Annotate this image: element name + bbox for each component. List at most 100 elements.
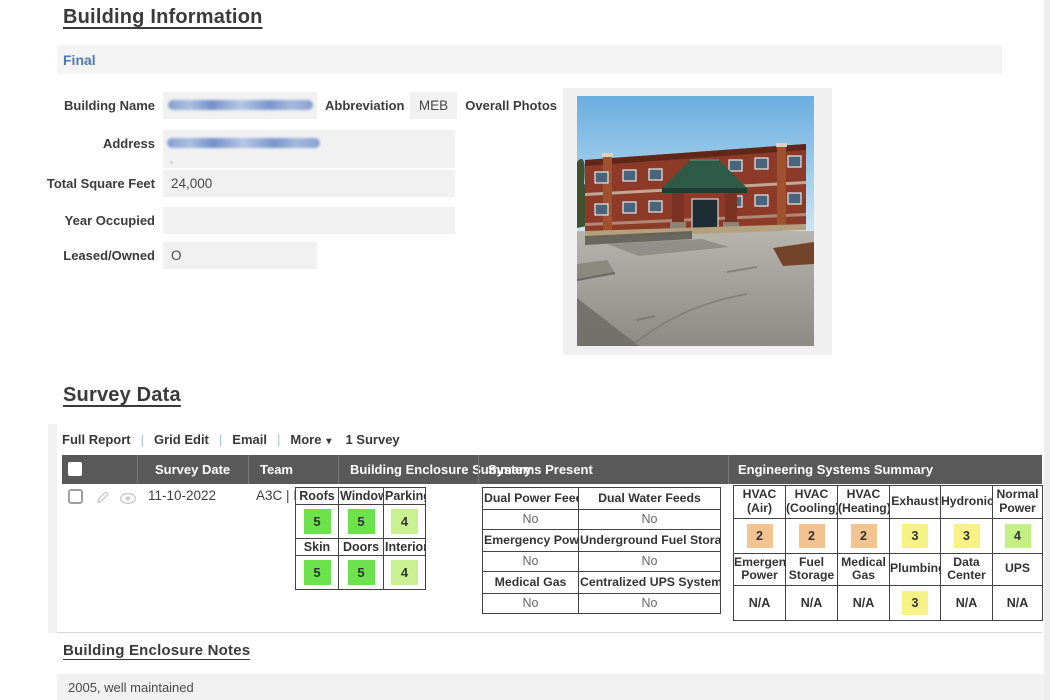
score-chip: 5	[304, 509, 331, 534]
engineering-header: Plumbing	[890, 553, 941, 586]
row-checkbox[interactable]	[68, 489, 83, 504]
systems-header: Medical Gas	[483, 572, 579, 594]
score-chip: 5	[304, 560, 331, 585]
total-square-feet-field[interactable]: 24,000	[163, 170, 455, 197]
address-field[interactable]: .	[163, 130, 455, 168]
enclosure-header: Parking	[384, 488, 426, 505]
edit-icon[interactable]	[95, 490, 110, 505]
score-chip: 2	[799, 524, 825, 548]
total-square-feet-label: Total Square Feet	[0, 170, 155, 197]
score-chip: N/A	[747, 591, 773, 615]
enclosure-score-cell: 5	[296, 505, 339, 539]
survey-table-gutter	[48, 424, 57, 633]
building-name-field[interactable]	[163, 92, 317, 119]
score-chip: 3	[902, 591, 928, 615]
enclosure-score-cell: 5	[339, 556, 384, 590]
engineering-score-cell: 3	[890, 518, 941, 553]
grid-edit-button[interactable]: Grid Edit	[154, 432, 209, 447]
year-occupied-label: Year Occupied	[0, 207, 155, 234]
select-all-checkbox[interactable]	[68, 462, 82, 476]
more-button[interactable]: More ▾	[290, 432, 331, 447]
email-button[interactable]: Email	[232, 432, 267, 447]
score-chip: N/A	[1005, 591, 1031, 615]
engineering-summary-table: HVAC (Air) HVAC (Cooling) HVAC (Heating)…	[733, 485, 1043, 621]
score-chip: 4	[391, 509, 418, 534]
enclosure-header: Skin	[296, 539, 339, 556]
redacted-building-name	[168, 100, 313, 110]
engineering-header: UPS	[993, 553, 1043, 586]
systems-value: No	[579, 510, 721, 530]
enclosure-header: Interior	[384, 539, 426, 556]
header-divider	[248, 455, 249, 484]
score-chip: 3	[902, 524, 928, 548]
score-chip: N/A	[954, 591, 980, 615]
building-name-label: Building Name	[0, 92, 155, 119]
abbreviation-label: Abbreviation	[325, 92, 404, 119]
header-divider	[478, 455, 479, 484]
engineering-header: HVAC (Air)	[734, 486, 786, 519]
score-chip: N/A	[851, 591, 877, 615]
systems-value: No	[579, 552, 721, 572]
redacted-address	[167, 138, 320, 148]
systems-value: No	[483, 510, 579, 530]
engineering-score-cell: 2	[838, 518, 890, 553]
engineering-header: Hydronics	[941, 486, 993, 519]
score-chip: 5	[348, 560, 375, 585]
more-button-label: More	[290, 432, 321, 447]
year-occupied-field[interactable]	[163, 207, 455, 234]
col-systems: Systems Present	[488, 455, 593, 484]
building-enclosure-notes-heading[interactable]: Building Enclosure Notes	[63, 642, 250, 659]
engineering-score-cell: 4	[993, 518, 1043, 553]
col-team: Team	[260, 455, 293, 484]
status-bar: Final	[57, 45, 1002, 74]
leased-owned-field[interactable]: O	[163, 242, 317, 269]
page: Building Information Final Building Name…	[0, 0, 1050, 700]
survey-table: Full Report | Grid Edit | Email | More▾ …	[48, 424, 1042, 633]
score-chip: 4	[391, 560, 418, 585]
address-label: Address	[0, 130, 155, 157]
engineering-header: Medical Gas	[838, 553, 890, 586]
enclosure-header: Roofs	[296, 488, 339, 505]
full-report-button[interactable]: Full Report	[62, 432, 131, 447]
score-chip: 2	[851, 524, 877, 548]
chevron-down-icon: ▾	[326, 436, 331, 447]
engineering-score-cell: N/A	[786, 586, 838, 621]
building-information-heading[interactable]: Building Information	[63, 6, 263, 29]
leased-owned-value: O	[163, 248, 182, 263]
toolbar-separator: |	[277, 432, 280, 447]
score-chip: 5	[348, 509, 375, 534]
engineering-score-cell: 2	[734, 518, 786, 553]
systems-value: No	[579, 594, 721, 614]
view-icon[interactable]	[119, 492, 137, 505]
enclosure-notes-field[interactable]: 2005, well maintained	[57, 674, 1047, 700]
systems-header: Dual Water Feeds	[579, 488, 721, 510]
engineering-header: Fuel Storage	[786, 553, 838, 586]
address-line2: .	[170, 146, 173, 173]
score-chip: 3	[954, 524, 980, 548]
engineering-score-cell: 3	[941, 518, 993, 553]
score-chip: 2	[747, 524, 773, 548]
survey-data-heading[interactable]: Survey Data	[63, 384, 181, 407]
engineering-header: HVAC (Cooling)	[786, 486, 838, 519]
survey-toolbar: Full Report | Grid Edit | Email | More▾ …	[62, 424, 1042, 455]
header-divider	[338, 455, 339, 484]
enclosure-header: Doors	[339, 539, 384, 556]
engineering-score-cell: N/A	[734, 586, 786, 621]
survey-row: 11-10-2022 A3C | IMEG Roofs Window Parki…	[62, 484, 1042, 633]
score-chip: 4	[1005, 524, 1031, 548]
leased-owned-label: Leased/Owned	[0, 242, 155, 269]
overall-photos-label: Overall Photos	[432, 92, 557, 119]
engineering-score-cell: N/A	[993, 586, 1043, 621]
total-square-feet-value: 24,000	[163, 176, 212, 191]
enclosure-score-cell: 5	[296, 556, 339, 590]
building-photo-image	[577, 96, 814, 346]
engineering-header: Exhaust	[890, 486, 941, 519]
enclosure-score-cell: 4	[384, 556, 426, 590]
engineering-score-cell: N/A	[941, 586, 993, 621]
photo-thumbnail[interactable]	[563, 88, 832, 355]
systems-header: Dual Power Feeds	[483, 488, 579, 510]
survey-date-cell: 11-10-2022	[148, 488, 216, 503]
scrollbar-track[interactable]	[1044, 0, 1050, 700]
systems-header: Emergency Power	[483, 530, 579, 552]
score-chip: N/A	[799, 591, 825, 615]
